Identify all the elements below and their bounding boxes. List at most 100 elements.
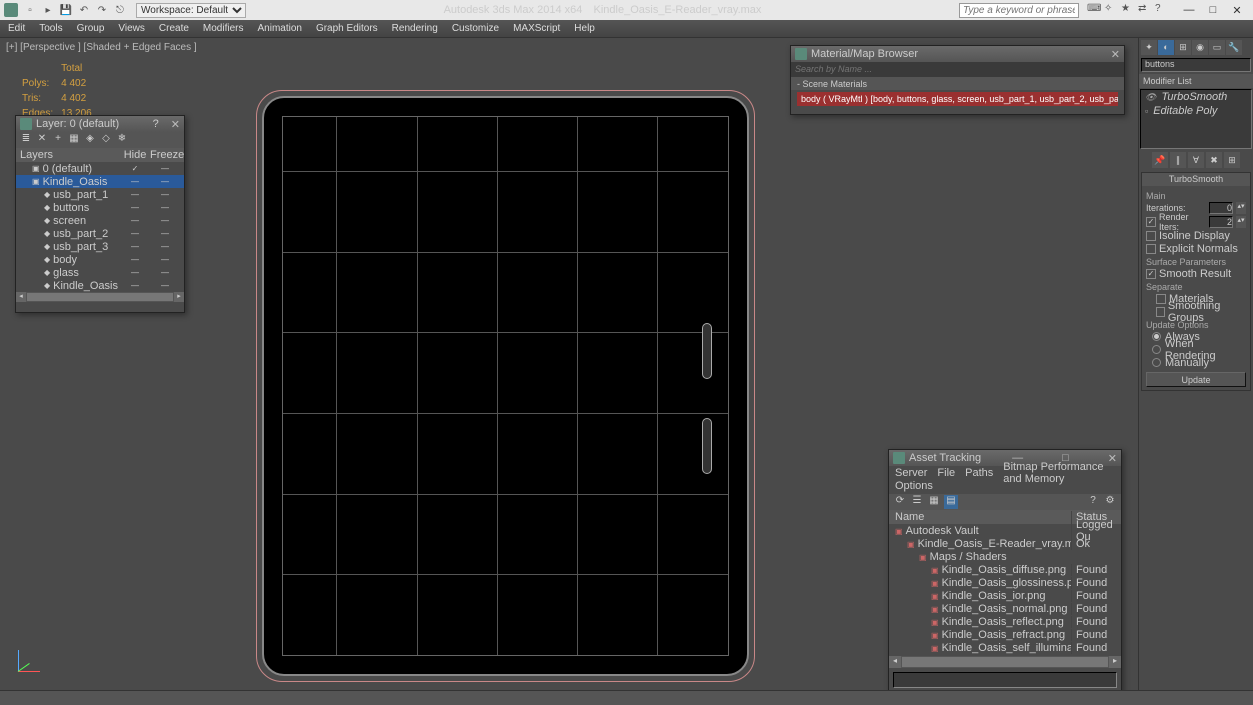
asset-row[interactable]: ▣Kindle_Oasis_diffuse.pngFound <box>889 563 1121 576</box>
menu-file[interactable]: File <box>937 467 955 479</box>
update-button[interactable]: Update <box>1146 372 1246 387</box>
menu-server[interactable]: Server <box>895 467 927 479</box>
new-layer-icon[interactable]: ≣ <box>19 133 33 147</box>
delete-layer-icon[interactable]: ✕ <box>35 133 49 147</box>
menu-tools[interactable]: Tools <box>39 23 62 34</box>
modifier-list-label[interactable]: Modifier List <box>1139 74 1253 88</box>
menu-options[interactable]: Options <box>895 480 933 492</box>
viewport-label[interactable]: [+] [Perspective ] [Shaded + Edged Faces… <box>6 42 197 53</box>
smoothing-groups-check[interactable] <box>1156 307 1165 317</box>
tree-icon[interactable]: ☰ <box>910 495 924 509</box>
explicit-check[interactable] <box>1146 244 1156 254</box>
radio-manually[interactable] <box>1152 358 1161 367</box>
layer-row[interactable]: ▣Kindle_Oasis—— <box>16 175 184 188</box>
minimize-button[interactable]: — <box>1177 2 1201 18</box>
layer-row[interactable]: ◆usb_part_3—— <box>16 240 184 253</box>
help-icon[interactable]: ? <box>1155 3 1169 17</box>
remove-icon[interactable]: ✖ <box>1206 152 1222 168</box>
menu-graph-editors[interactable]: Graph Editors <box>316 23 378 34</box>
smooth-result-check[interactable]: ✓ <box>1146 269 1156 279</box>
stack-item[interactable]: 👁 TurboSmooth <box>1141 90 1251 104</box>
layer-scrollbar[interactable]: ◂▸ <box>16 292 184 302</box>
menu-maxscript[interactable]: MAXScript <box>513 23 560 34</box>
menu-views[interactable]: Views <box>118 23 145 34</box>
asset-row[interactable]: ▣Kindle_Oasis_reflect.pngFound <box>889 615 1121 628</box>
close-icon[interactable]: ✕ <box>171 118 180 131</box>
radio-always[interactable] <box>1152 332 1161 341</box>
help-icon[interactable]: ? <box>1086 495 1100 509</box>
open-icon[interactable]: ▸ <box>40 2 56 18</box>
material-panel-title[interactable]: Material/Map Browser ✕ <box>791 46 1124 62</box>
asset-row[interactable]: ▣Kindle_Oasis_refract.pngFound <box>889 628 1121 641</box>
asset-row[interactable]: ▣Autodesk VaultLogged Ou <box>889 524 1121 537</box>
material-item[interactable]: body ( VRayMtl ) [body, buttons, glass, … <box>797 92 1118 106</box>
show-icon[interactable]: ∥ <box>1170 152 1186 168</box>
rollout-title[interactable]: TurboSmooth <box>1142 173 1250 186</box>
stack-item[interactable]: ▫ Editable Poly <box>1141 104 1251 118</box>
menu-rendering[interactable]: Rendering <box>392 23 438 34</box>
pin-icon[interactable]: 📌 <box>1152 152 1168 168</box>
layer-panel-title[interactable]: Layer: 0 (default) ? ✕ <box>16 116 184 132</box>
tab-motion-icon[interactable]: ◉ <box>1192 40 1208 55</box>
new-icon[interactable]: ▫ <box>22 2 38 18</box>
tab-display-icon[interactable]: ▭ <box>1209 40 1225 55</box>
asset-row[interactable]: ▣Kindle_Oasis_normal.pngFound <box>889 602 1121 615</box>
material-search[interactable] <box>795 64 1120 74</box>
menu-animation[interactable]: Animation <box>257 23 301 34</box>
asset-row[interactable]: ▣Kindle_Oasis_glossiness.pngFound <box>889 576 1121 589</box>
menu-paths[interactable]: Paths <box>965 467 993 479</box>
asset-scrollbar[interactable]: ◂▸ <box>889 656 1121 668</box>
menu-customize[interactable]: Customize <box>452 23 499 34</box>
layer-row[interactable]: ◆screen—— <box>16 214 184 227</box>
help-search[interactable] <box>959 3 1079 18</box>
config-icon[interactable]: ⊞ <box>1224 152 1240 168</box>
menu-create[interactable]: Create <box>159 23 189 34</box>
spinner-icon[interactable]: ▴▾ <box>1236 202 1246 214</box>
materials-check[interactable] <box>1156 294 1166 304</box>
isoline-check[interactable] <box>1146 231 1156 241</box>
material-section[interactable]: - Scene Materials <box>791 77 1124 90</box>
keytips-icon[interactable]: ⌨ <box>1087 3 1101 17</box>
tab-hierarchy-icon[interactable]: ⊞ <box>1175 40 1191 55</box>
layer-row[interactable]: ◆body—— <box>16 253 184 266</box>
layer-row[interactable]: ◆usb_part_1—— <box>16 188 184 201</box>
tab-modify-icon[interactable]: ◐ <box>1158 40 1174 55</box>
freeze-icon[interactable]: ❄ <box>115 133 129 147</box>
modifier-stack[interactable]: 👁 TurboSmooth ▫ Editable Poly <box>1140 89 1252 149</box>
save-icon[interactable]: 💾 <box>58 2 74 18</box>
menu-help[interactable]: Help <box>574 23 595 34</box>
settings-icon[interactable]: ⚙ <box>1103 495 1117 509</box>
exchange-icon[interactable]: ⇄ <box>1138 3 1152 17</box>
spinner-icon[interactable]: ▴▾ <box>1236 216 1246 228</box>
layer-row[interactable]: ◆glass—— <box>16 266 184 279</box>
render-iters-input[interactable] <box>1209 216 1233 228</box>
tab-create-icon[interactable]: ✦ <box>1141 40 1157 55</box>
layer-row[interactable]: ◆usb_part_2—— <box>16 227 184 240</box>
menu-modifiers[interactable]: Modifiers <box>203 23 244 34</box>
radio-rendering[interactable] <box>1152 345 1161 354</box>
asset-path-input[interactable] <box>893 672 1117 688</box>
workspace-selector[interactable]: Workspace: Default <box>136 3 246 18</box>
maximize-button[interactable]: □ <box>1201 2 1225 18</box>
close-button[interactable]: ✕ <box>1225 2 1249 18</box>
unique-icon[interactable]: ∀ <box>1188 152 1204 168</box>
asset-row[interactable]: ▣Kindle_Oasis_self_illumination.pngFound <box>889 641 1121 654</box>
asset-row[interactable]: ▣Kindle_Oasis_E-Reader_vray.maxOk <box>889 537 1121 550</box>
list-icon[interactable]: ▦ <box>927 495 941 509</box>
layer-row[interactable]: ◆buttons—— <box>16 201 184 214</box>
highlight-icon[interactable]: ◈ <box>83 133 97 147</box>
redo-icon[interactable]: ↷ <box>94 2 110 18</box>
add-icon[interactable]: + <box>51 133 65 147</box>
close-icon[interactable]: ✕ <box>1111 48 1120 61</box>
menu-bitmap[interactable]: Bitmap Performance and Memory <box>1003 461 1115 485</box>
tab-utilities-icon[interactable]: 🔧 <box>1226 40 1242 55</box>
hide-icon[interactable]: ◇ <box>99 133 113 147</box>
undo-icon[interactable]: ↶ <box>76 2 92 18</box>
object-name-input[interactable]: buttons <box>1141 58 1251 72</box>
layer-row[interactable]: ▣0 (default)✓— <box>16 162 184 175</box>
select-icon[interactable]: ▦ <box>67 133 81 147</box>
menu-edit[interactable]: Edit <box>8 23 25 34</box>
iterations-input[interactable] <box>1209 202 1233 214</box>
refresh-icon[interactable]: ⟳ <box>893 495 907 509</box>
star-icon[interactable]: ★ <box>1121 3 1135 17</box>
